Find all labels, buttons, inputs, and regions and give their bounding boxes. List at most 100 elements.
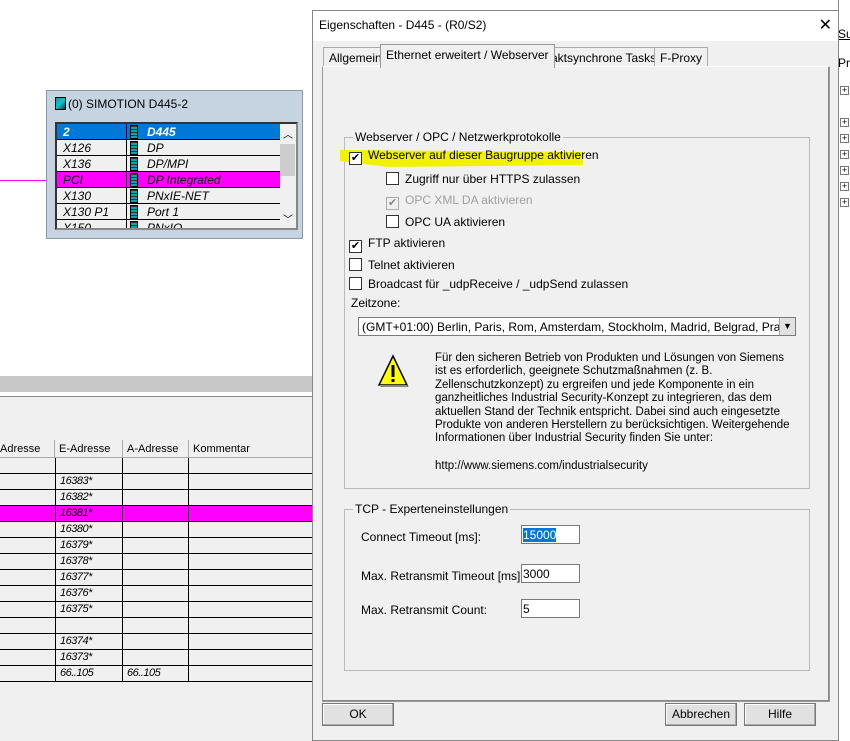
- checkbox-icon[interactable]: [349, 258, 362, 271]
- module-name: DP/MPI: [147, 157, 189, 171]
- help-button[interactable]: Hilfe: [744, 703, 816, 726]
- comment-cell: [188, 570, 315, 586]
- comment-cell: [188, 538, 315, 554]
- e-address-cell: 16381*: [55, 506, 123, 522]
- table-row[interactable]: 16379*: [0, 538, 315, 554]
- e-address-cell: 16383*: [55, 474, 123, 490]
- scroll-thumb[interactable]: [280, 144, 295, 176]
- a-address-cell: [122, 634, 189, 650]
- column-header-comment[interactable]: Kommentar: [189, 440, 315, 458]
- security-link[interactable]: http://www.siemens.com/industrialsecurit…: [435, 460, 648, 472]
- module-slot-list[interactable]: ︿ ﹀ 2 D445 X126 DP X136 DP/MPI PCI DP Integrate…: [55, 122, 298, 230]
- table-row[interactable]: 16377*: [0, 570, 315, 586]
- close-icon[interactable]: ✕: [819, 15, 832, 35]
- module-slot-row[interactable]: X136 DP/MPI: [57, 156, 280, 172]
- scroll-up-icon[interactable]: ︿: [283, 126, 293, 141]
- tab-ethernet-webserver[interactable]: Ethernet erweitert / Webserver: [380, 44, 555, 68]
- connect-timeout-input[interactable]: 15000: [521, 525, 580, 544]
- divider: [126, 140, 127, 156]
- comment-cell: [188, 506, 315, 522]
- checkbox-option[interactable]: Broadcast für _udpReceive / _udpSend zul…: [349, 277, 628, 291]
- expand-icon[interactable]: +: [840, 134, 849, 143]
- e-address-cell: 16376*: [55, 586, 123, 602]
- checkbox-icon[interactable]: [349, 277, 362, 290]
- scrollbar[interactable]: ︿ ﹀: [279, 124, 296, 228]
- checkbox-option[interactable]: ✔ FTP aktivieren: [349, 236, 445, 253]
- table-row[interactable]: 66..105 66..105: [0, 666, 315, 682]
- tab-taktsynchrone-tasks[interactable]: Taktsynchrone Tasks: [539, 47, 663, 67]
- a-address-cell: [122, 458, 189, 474]
- expand-icon[interactable]: +: [840, 118, 849, 127]
- table-row[interactable]: [0, 618, 315, 634]
- module-slot-row[interactable]: X130 PNxIE-NET: [57, 188, 280, 204]
- table-row[interactable]: [0, 458, 315, 474]
- tab-allgemein[interactable]: Allgemein: [323, 47, 388, 67]
- checkbox-label: OPC UA aktivieren: [405, 215, 506, 229]
- retransmit-count-label: Max. Retransmit Count:: [361, 603, 488, 617]
- module-name: PNxIO: [147, 221, 183, 230]
- e-address-cell: 16374*: [55, 634, 123, 650]
- table-row[interactable]: 16374*: [0, 634, 315, 650]
- e-address-cell: [55, 458, 123, 474]
- scroll-down-icon[interactable]: ﹀: [283, 211, 293, 226]
- module-title: (0) SIMOTION D445-2: [55, 97, 188, 111]
- module-slot-row[interactable]: X126 DP: [57, 140, 280, 156]
- ok-button[interactable]: OK: [322, 703, 394, 726]
- retransmit-timeout-label: Max. Retransmit Timeout [ms]:: [361, 569, 524, 583]
- right-panel-item[interactable]: Su: [839, 27, 850, 41]
- table-row[interactable]: 16381*: [0, 506, 315, 522]
- module-slot-row[interactable]: X130 P1 Port 1: [57, 204, 280, 220]
- checkbox-option[interactable]: ✔ Webserver auf dieser Baugruppe aktivier…: [349, 148, 599, 165]
- table-row[interactable]: 16373*: [0, 650, 315, 666]
- module-name: DP: [147, 141, 164, 155]
- a-address-cell: [122, 522, 189, 538]
- column-header-address[interactable]: Adresse: [0, 440, 55, 458]
- module-icon: [130, 157, 138, 171]
- retransmit-timeout-input[interactable]: 3000: [521, 564, 580, 583]
- checkbox-icon[interactable]: [386, 215, 399, 228]
- checkbox-option[interactable]: Telnet aktivieren: [349, 258, 455, 272]
- module-slot-row[interactable]: 2 D445: [57, 124, 280, 140]
- module-rack[interactable]: (0) SIMOTION D445-2 ︿ ﹀ 2 D445 X126 DP X136 D…: [46, 90, 303, 239]
- table-row[interactable]: 16375*: [0, 602, 315, 618]
- retransmit-count-input[interactable]: 5: [521, 599, 580, 618]
- expand-icon[interactable]: +: [840, 198, 849, 207]
- chevron-down-icon[interactable]: ▼: [779, 318, 795, 335]
- e-address-cell: 66..105: [55, 666, 123, 682]
- cancel-button[interactable]: Abbrechen: [665, 703, 737, 726]
- e-address-cell: 16380*: [55, 522, 123, 538]
- module-name: DP Integrated: [147, 173, 221, 187]
- checkbox-checked-icon[interactable]: ✔: [349, 152, 362, 165]
- tab-f-proxy[interactable]: F-Proxy: [654, 47, 708, 67]
- comment-cell: [188, 602, 315, 618]
- timezone-select[interactable]: (GMT+01:00) Berlin, Paris, Rom, Amsterda…: [358, 317, 796, 336]
- expand-icon[interactable]: +: [840, 150, 849, 159]
- checkbox-option[interactable]: OPC UA aktivieren: [386, 215, 505, 229]
- splitter-bar[interactable]: [0, 376, 315, 392]
- expand-icon[interactable]: +: [840, 86, 849, 95]
- checkbox-option[interactable]: Zugriff nur über HTTPS zulassen: [386, 172, 580, 186]
- timezone-label: Zeitzone:: [351, 296, 401, 310]
- column-header-e-address[interactable]: E-Adresse: [55, 440, 123, 458]
- a-address-cell: [122, 474, 189, 490]
- expand-icon[interactable]: +: [840, 182, 849, 191]
- table-row[interactable]: 16383*: [0, 474, 315, 490]
- module-slot-row[interactable]: X150 PNxIO: [57, 220, 280, 230]
- table-row[interactable]: 16382*: [0, 490, 315, 506]
- column-header-a-address[interactable]: A-Adresse: [123, 440, 189, 458]
- expand-icon[interactable]: +: [840, 166, 849, 175]
- module-name: D445: [147, 125, 176, 139]
- table-row[interactable]: 16378*: [0, 554, 315, 570]
- module-slot-row[interactable]: PCI DP Integrated: [57, 172, 280, 188]
- module-icon: [130, 189, 138, 203]
- right-panel-item[interactable]: Pro: [839, 56, 850, 70]
- table-row[interactable]: 16380*: [0, 522, 315, 538]
- checkbox-checked-icon[interactable]: ✔: [349, 240, 362, 253]
- comment-cell: [188, 554, 315, 570]
- divider: [126, 156, 127, 172]
- module-icon: [130, 125, 138, 139]
- comment-cell: [188, 586, 315, 602]
- checkbox-icon[interactable]: [386, 172, 399, 185]
- table-row[interactable]: 16376*: [0, 586, 315, 602]
- slot-number: X150: [63, 221, 92, 230]
